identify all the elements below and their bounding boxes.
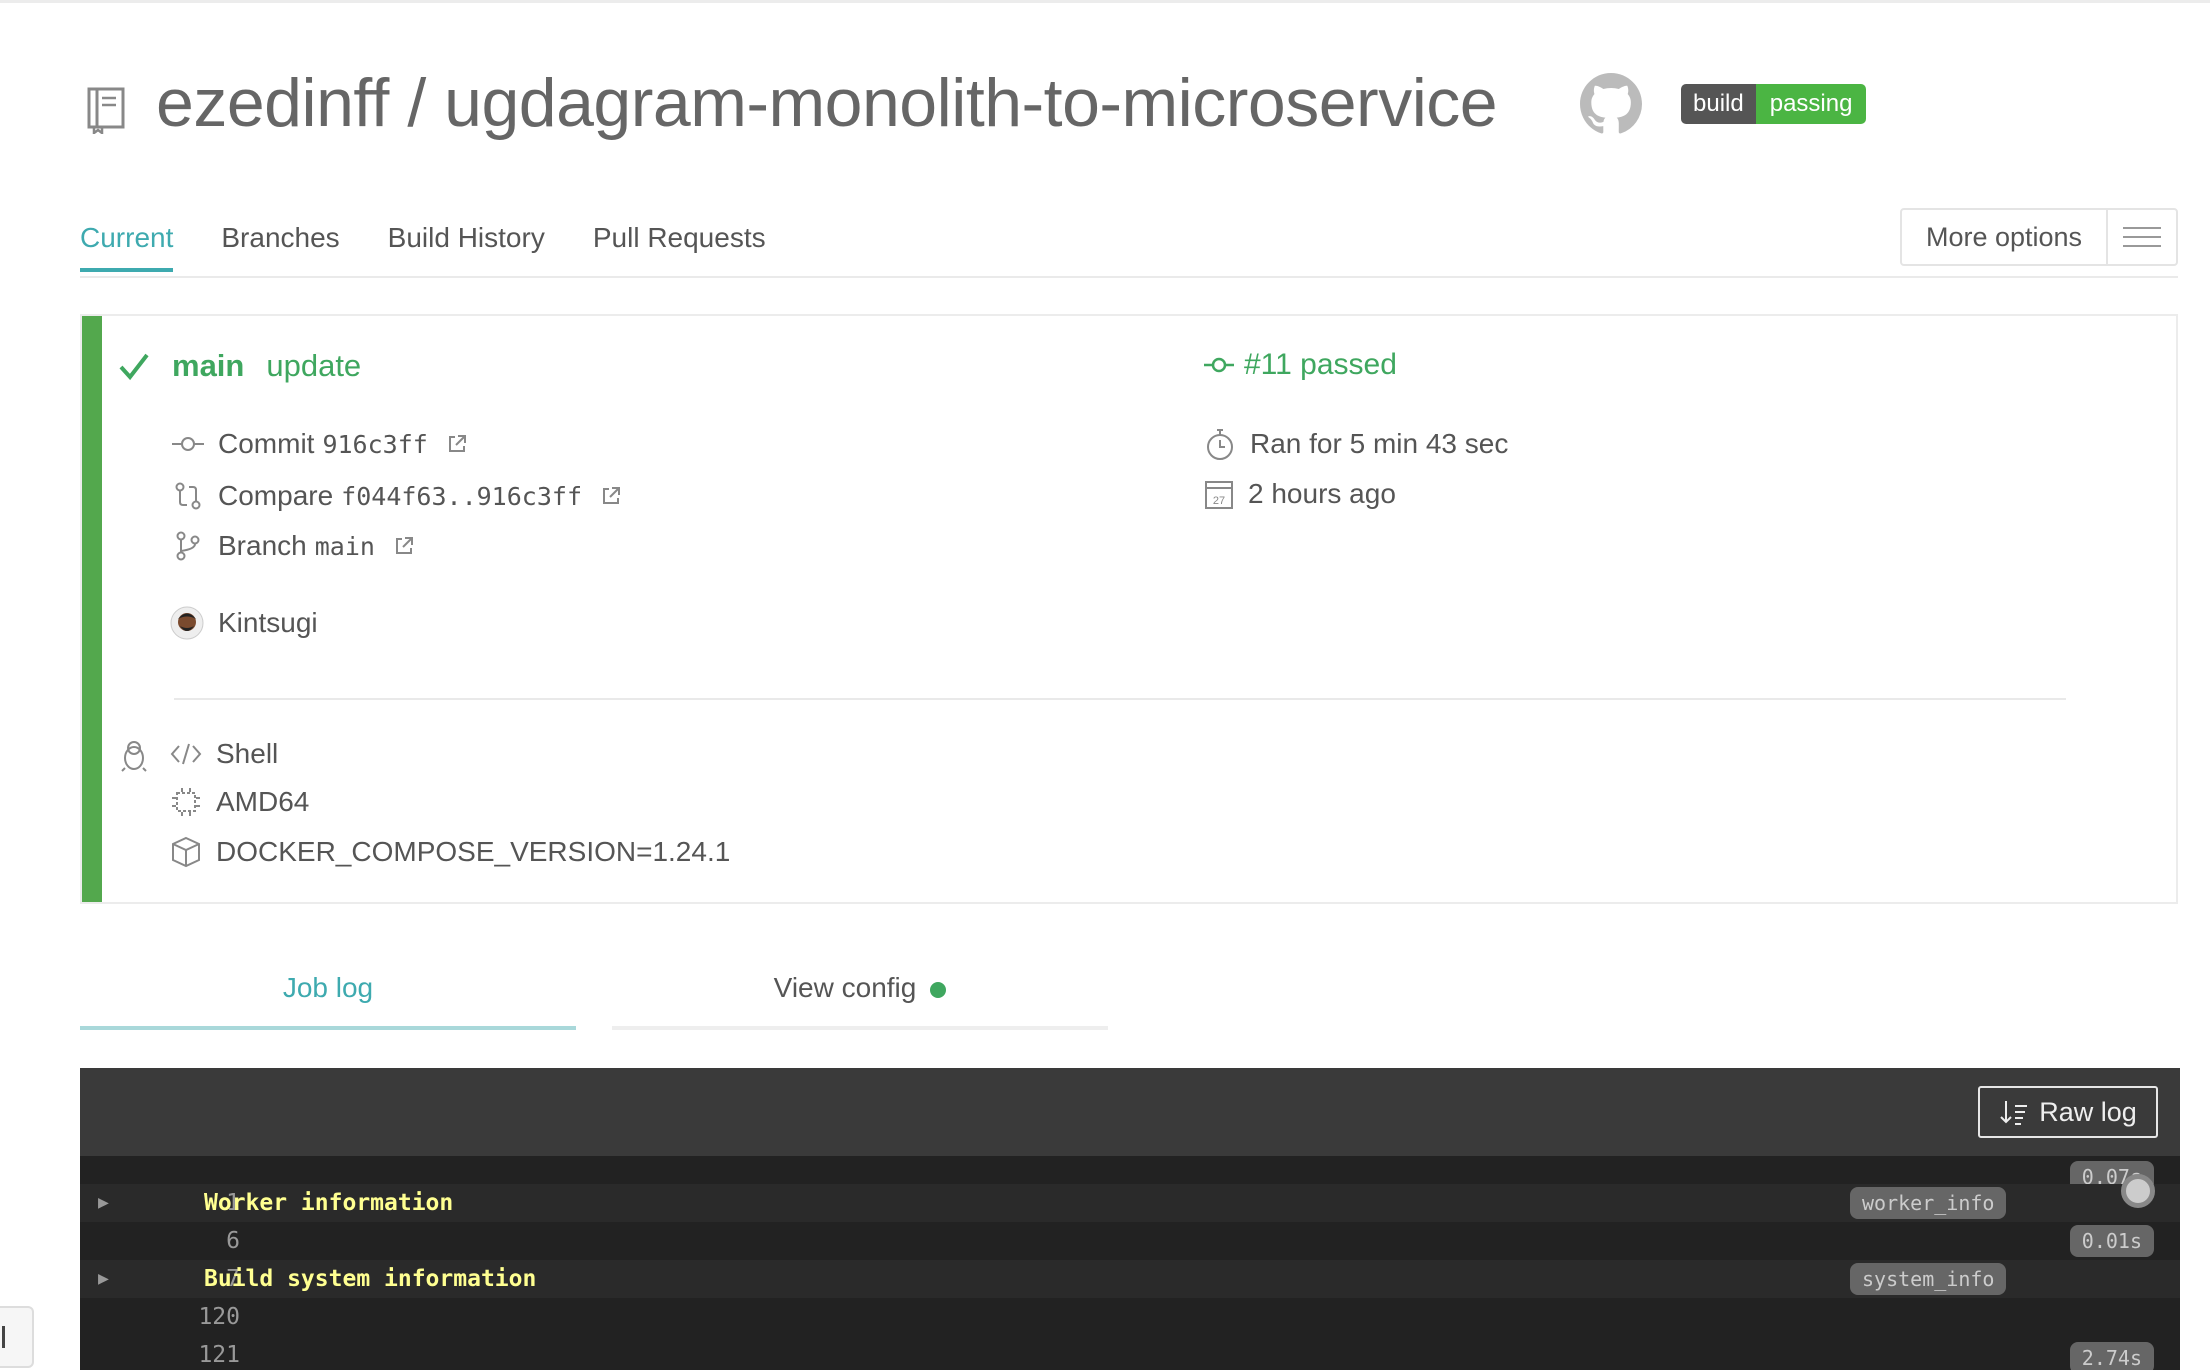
fold-tag: worker_info	[1850, 1187, 2007, 1219]
view-config-label: View config	[773, 972, 917, 1003]
compare-row: Compare f044f63..916c3ff	[172, 480, 622, 512]
timing-badge: 0.01s	[2069, 1225, 2154, 1257]
build-message[interactable]: update	[266, 348, 361, 384]
raw-log-label: Raw log	[2039, 1096, 2137, 1127]
tab-current[interactable]: Current	[80, 222, 174, 272]
line-text: Worker information	[204, 1190, 454, 1216]
line-number[interactable]: 121	[140, 1342, 240, 1368]
github-icon[interactable]	[1580, 73, 1642, 135]
cpu-icon	[172, 788, 200, 816]
compare-icon	[175, 482, 201, 510]
fold-arrow-icon[interactable]: ▶	[98, 1192, 109, 1213]
scroll-indicator[interactable]	[2121, 1174, 2155, 1208]
branch-icon	[176, 531, 200, 561]
menu-icon	[2106, 210, 2176, 264]
build-finished: 2 hours ago	[1248, 478, 1396, 509]
line-text: Build system information	[204, 1266, 537, 1292]
log-line[interactable]: 120	[80, 1298, 2180, 1336]
build-duration: Ran for 5 min 43 sec	[1250, 428, 1509, 459]
commit-icon	[172, 437, 204, 451]
arch-row: AMD64	[170, 786, 309, 818]
tab-job-log[interactable]: Job log	[80, 972, 576, 1030]
author-name[interactable]: Kintsugi	[218, 607, 318, 639]
job-log-label: Job log	[282, 972, 374, 1003]
top-border	[0, 0, 2210, 3]
build-env: DOCKER_COMPOSE_VERSION=1.24.1	[216, 836, 731, 867]
tab-branches[interactable]: Branches	[221, 222, 339, 272]
log-line[interactable]: ▶ 7 Build system information system_info	[80, 1260, 2180, 1298]
external-link-icon[interactable]	[446, 433, 468, 455]
config-status-dot	[930, 981, 947, 998]
build-summary-card: main update #11 passed Commit 916c3ff Co…	[80, 314, 2178, 904]
fold-tag: system_info	[1850, 1263, 2007, 1295]
duration-row: Ran for 5 min 43 sec	[1204, 426, 1508, 462]
commit-hash[interactable]: 916c3ff	[322, 430, 427, 459]
sort-icon	[2000, 1101, 2028, 1125]
build-number[interactable]: #11 passed	[1244, 348, 1397, 382]
stopwatch-icon	[1207, 429, 1233, 460]
side-drawer-handle[interactable]	[0, 1306, 34, 1368]
tab-pull-requests[interactable]: Pull Requests	[593, 222, 766, 272]
box-icon	[172, 836, 200, 868]
more-options-button[interactable]: More options	[1900, 208, 2178, 266]
badge-status: passing	[1755, 84, 1867, 124]
code-icon	[170, 743, 202, 765]
check-icon	[119, 353, 149, 381]
repo-tabs: Current Branches Build History Pull Requ…	[80, 222, 814, 272]
branch-label: Branch	[218, 530, 307, 561]
repo-separator: /	[407, 65, 426, 141]
build-number-row: #11 passed	[1204, 348, 1397, 382]
external-link-icon[interactable]	[393, 535, 415, 557]
tab-build-history[interactable]: Build History	[388, 222, 545, 272]
card-divider	[174, 698, 2066, 700]
log-line[interactable]: 121 2.74s	[80, 1336, 2180, 1370]
tabs-divider	[80, 276, 2178, 278]
tab-view-config[interactable]: View config	[612, 972, 1108, 1030]
branch-name[interactable]: main	[315, 532, 375, 561]
line-number[interactable]: 6	[140, 1228, 240, 1254]
raw-log-button[interactable]: Raw log	[1978, 1086, 2158, 1138]
compare-range[interactable]: f044f63..916c3ff	[341, 482, 582, 511]
job-log-panel: Raw log 0.07s ▶ 1 Worker information wor…	[80, 1068, 2180, 1370]
external-link-icon[interactable]	[600, 485, 622, 507]
repo-name[interactable]: ugdagram-monolith-to-microservice	[444, 65, 1497, 141]
repo-title: ezedinff / ugdagram-monolith-to-microser…	[156, 64, 1498, 142]
calendar-day: 27	[1213, 495, 1225, 507]
log-line[interactable]: 6 0.01s	[80, 1222, 2180, 1260]
commit-icon	[1204, 357, 1234, 373]
build-headline: main update	[116, 348, 361, 384]
calendar-icon: 27	[1205, 481, 1233, 509]
commit-row: Commit 916c3ff	[172, 428, 468, 460]
badge-label: build	[1681, 84, 1756, 124]
build-arch: AMD64	[216, 786, 310, 817]
timing-badge: 2.74s	[2069, 1342, 2154, 1370]
author-row: Kintsugi	[170, 606, 318, 640]
build-status-badge[interactable]: build passing	[1681, 84, 1867, 124]
language-row: Shell	[170, 738, 278, 770]
commit-label: Commit	[218, 428, 315, 459]
repo-icon	[87, 87, 125, 134]
build-branch[interactable]: main	[172, 348, 244, 384]
more-options-label: More options	[1925, 221, 2083, 252]
repo-owner[interactable]: ezedinff	[156, 65, 389, 141]
branch-row: Branch main	[172, 530, 415, 562]
compare-label: Compare	[218, 480, 334, 511]
finished-row: 27 2 hours ago	[1204, 478, 1396, 510]
line-number[interactable]: 120	[140, 1304, 240, 1330]
avatar	[170, 606, 204, 640]
log-toolbar: Raw log	[80, 1068, 2180, 1156]
fold-arrow-icon[interactable]: ▶	[98, 1268, 109, 1289]
linux-icon	[121, 741, 147, 772]
log-line[interactable]: ▶ 1 Worker information worker_info	[80, 1184, 2180, 1222]
status-bar	[82, 316, 102, 902]
env-row: DOCKER_COMPOSE_VERSION=1.24.1	[170, 836, 730, 868]
build-language: Shell	[216, 738, 279, 769]
